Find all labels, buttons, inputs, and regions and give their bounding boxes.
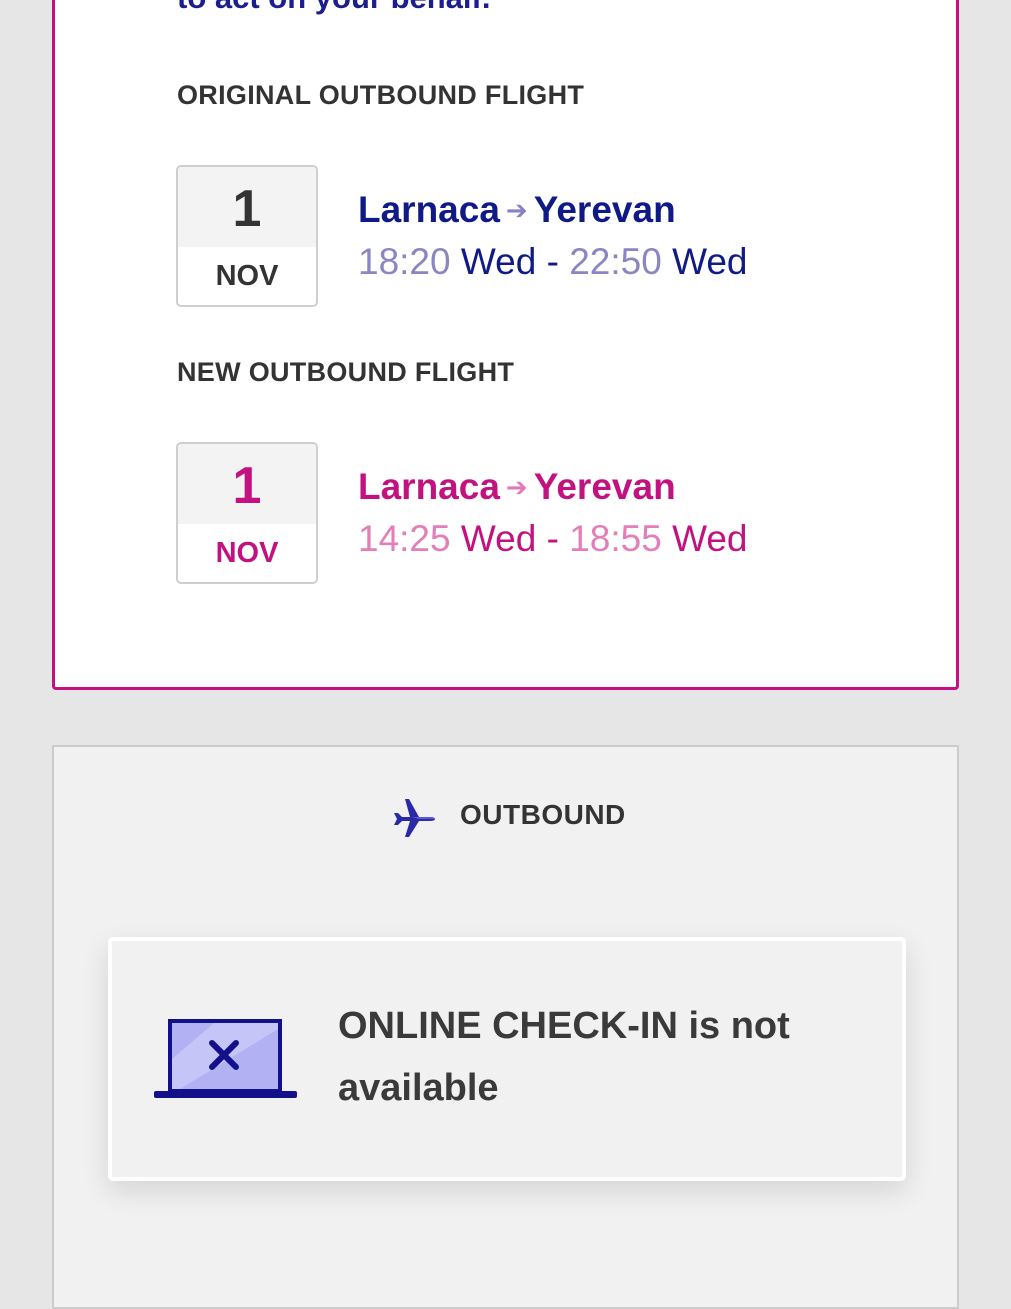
original-flight-label: ORIGINAL OUTBOUND FLIGHT <box>177 80 585 110</box>
original-depart-day: Wed <box>460 241 537 282</box>
original-origin-city: Larnaca <box>358 189 500 230</box>
time-separator: - <box>546 241 559 282</box>
outbound-label: OUTBOUND <box>460 799 626 830</box>
arrow-right-icon: ➔ <box>505 195 528 225</box>
new-flight-label: NEW OUTBOUND FLIGHT <box>177 357 515 387</box>
new-depart-time: 14:25 <box>358 518 451 559</box>
new-flight-date: 1 NOV <box>176 442 318 584</box>
time-separator: - <box>546 518 559 559</box>
new-depart-day: Wed <box>460 518 537 559</box>
new-destination-city: Yerevan <box>533 466 676 507</box>
new-origin-city: Larnaca <box>358 466 500 507</box>
laptop-unavailable-icon <box>154 1019 297 1098</box>
original-destination-city: Yerevan <box>533 189 676 230</box>
new-arrive-day: Wed <box>672 518 748 559</box>
new-flight-times: 14:25 Wed - 18:55 Wed <box>358 517 747 561</box>
original-flight-day: 1 <box>178 167 316 247</box>
outbound-card: OUTBOUND ONLINE CHECK-IN is not availabl… <box>52 745 959 1309</box>
new-flight-route: Larnaca ➔ Yerevan <box>358 465 676 509</box>
checkin-unavailable-message: ONLINE CHECK-IN is not available <box>338 1005 790 1109</box>
checkin-status-panel: ONLINE CHECK-IN is not available <box>108 937 906 1181</box>
arrow-right-icon: ➔ <box>505 472 528 502</box>
original-flight-times: 18:20 Wed - 22:50 Wed <box>358 240 747 284</box>
original-arrive-time: 22:50 <box>569 241 662 282</box>
outbound-header: OUTBOUND <box>392 793 626 837</box>
new-flight-day: 1 <box>178 444 316 524</box>
original-depart-time: 18:20 <box>358 241 451 282</box>
original-flight-month: NOV <box>215 260 279 292</box>
intro-text: to act on your behalf. <box>177 0 490 16</box>
new-arrive-time: 18:55 <box>569 518 662 559</box>
new-flight-month: NOV <box>215 537 279 569</box>
original-arrive-day: Wed <box>672 241 748 282</box>
flight-change-card: to act on your behalf. ORIGINAL OUTBOUND… <box>52 0 959 690</box>
airplane-icon <box>394 799 435 837</box>
original-flight-date: 1 NOV <box>176 165 318 307</box>
original-flight-route: Larnaca ➔ Yerevan <box>358 188 676 232</box>
